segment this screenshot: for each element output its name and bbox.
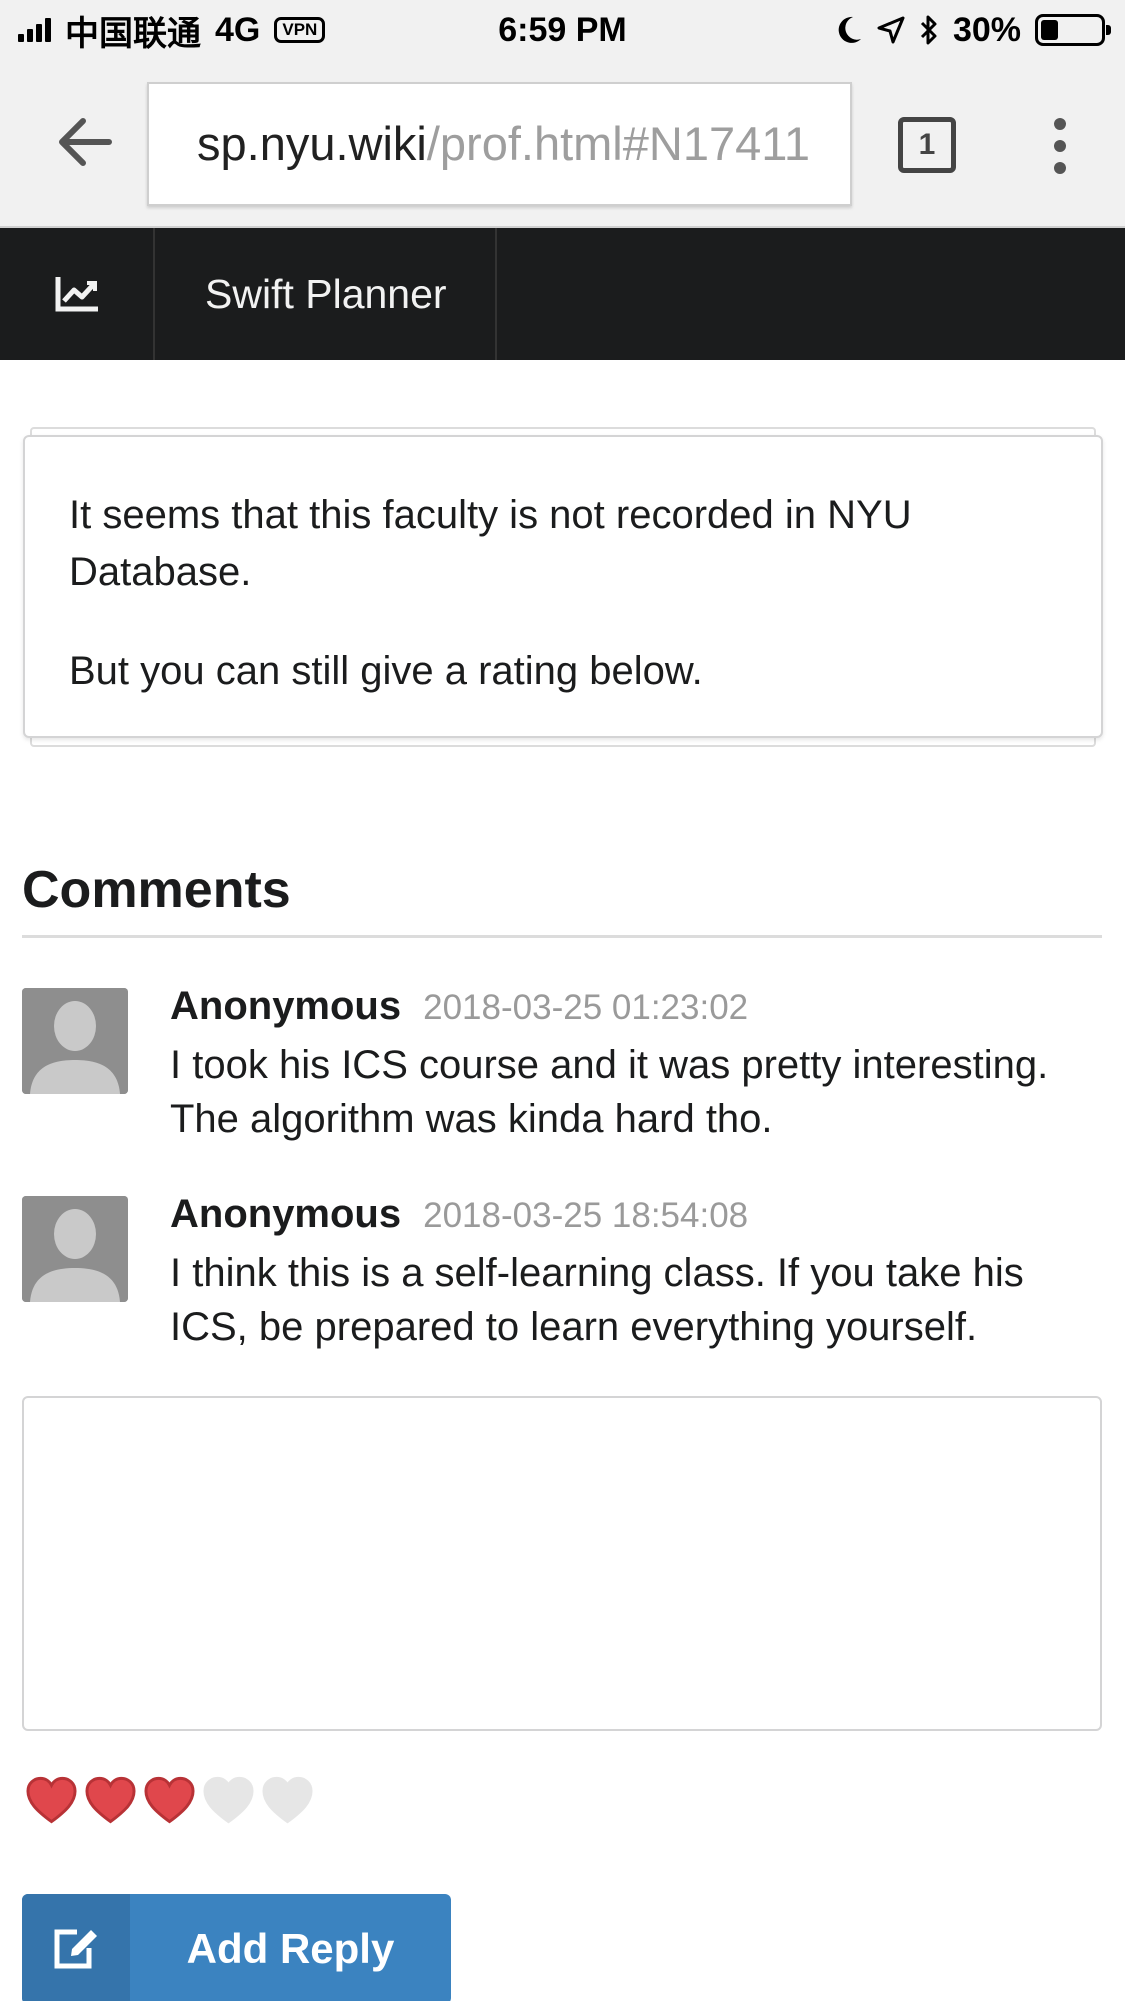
- location-arrow-icon: [877, 16, 905, 44]
- moon-icon: [837, 15, 863, 45]
- site-navbar: Swift Planner: [0, 228, 1125, 360]
- status-right: 30%: [837, 8, 1111, 52]
- overflow-menu-button[interactable]: [1040, 118, 1080, 174]
- avatar: [22, 1196, 128, 1302]
- comment-text: I took his ICS course and it was pretty …: [170, 1043, 1049, 1141]
- battery-percent: 30%: [952, 10, 1021, 49]
- nav-home-link[interactable]: [0, 228, 155, 360]
- heart-icon[interactable]: [143, 1775, 196, 1825]
- heart-rating[interactable]: [25, 1775, 314, 1825]
- comment-author[interactable]: Anonymous: [170, 1192, 401, 1236]
- user-silhouette-icon: [22, 1196, 128, 1302]
- comment-meta: Anonymous 2018-03-25 01:23:02: [170, 978, 1100, 1036]
- add-reply-label: Add Reply: [186, 1925, 395, 1972]
- status-bar: 中国联通 4G VPN 6:59 PM 30%: [0, 0, 1125, 60]
- battery-icon: [1035, 14, 1111, 46]
- comment-author[interactable]: Anonymous: [170, 984, 401, 1028]
- comments-heading: Comments: [22, 858, 1102, 938]
- back-button[interactable]: [50, 112, 120, 172]
- comment-text: I think this is a self-learning class. I…: [170, 1251, 1024, 1349]
- nav-swift-planner[interactable]: Swift Planner: [155, 228, 497, 360]
- notice-message: It seems that this faculty is not record…: [69, 493, 912, 594]
- heart-icon[interactable]: [25, 1775, 78, 1825]
- user-silhouette-icon: [22, 988, 128, 1094]
- battery-fill: [1041, 20, 1059, 40]
- comment-body: Anonymous 2018-03-25 01:23:02 I took his …: [170, 978, 1100, 1146]
- bluetooth-icon: [919, 14, 939, 46]
- notice-hint: But you can still give a rating below.: [69, 649, 703, 693]
- avatar: [22, 988, 128, 1094]
- menu-dot-icon: [1054, 140, 1066, 152]
- comment-date: 2018-03-25 18:54:08: [423, 1196, 749, 1235]
- notice-card: It seems that this faculty is not record…: [23, 435, 1103, 738]
- arrow-left-icon: [59, 118, 112, 166]
- heart-icon[interactable]: [202, 1775, 255, 1825]
- address-bar[interactable]: sp.nyu.wiki/prof.html#N17411: [147, 82, 852, 206]
- edit-icon: [22, 1894, 130, 2001]
- url-domain: sp.nyu.wiki: [197, 117, 427, 170]
- add-reply-button[interactable]: Add Reply: [22, 1894, 451, 2001]
- browser-toolbar: sp.nyu.wiki/prof.html#N17411 1: [0, 60, 1125, 228]
- menu-dot-icon: [1054, 118, 1066, 130]
- heart-icon[interactable]: [261, 1775, 314, 1825]
- chart-line-icon: [55, 277, 98, 312]
- url-path: /prof.html#N17411: [426, 117, 811, 170]
- menu-dot-icon: [1054, 162, 1066, 174]
- heart-icon[interactable]: [84, 1775, 137, 1825]
- comment-body: Anonymous 2018-03-25 18:54:08 I think thi…: [170, 1186, 1100, 1354]
- comment-date: 2018-03-25 01:23:02: [423, 988, 749, 1027]
- reply-textarea[interactable]: [22, 1396, 1102, 1731]
- url-text: sp.nyu.wiki/prof.html#N17411: [197, 84, 810, 204]
- tab-switcher-button[interactable]: 1: [898, 117, 956, 173]
- comment-meta: Anonymous 2018-03-25 18:54:08: [170, 1186, 1100, 1244]
